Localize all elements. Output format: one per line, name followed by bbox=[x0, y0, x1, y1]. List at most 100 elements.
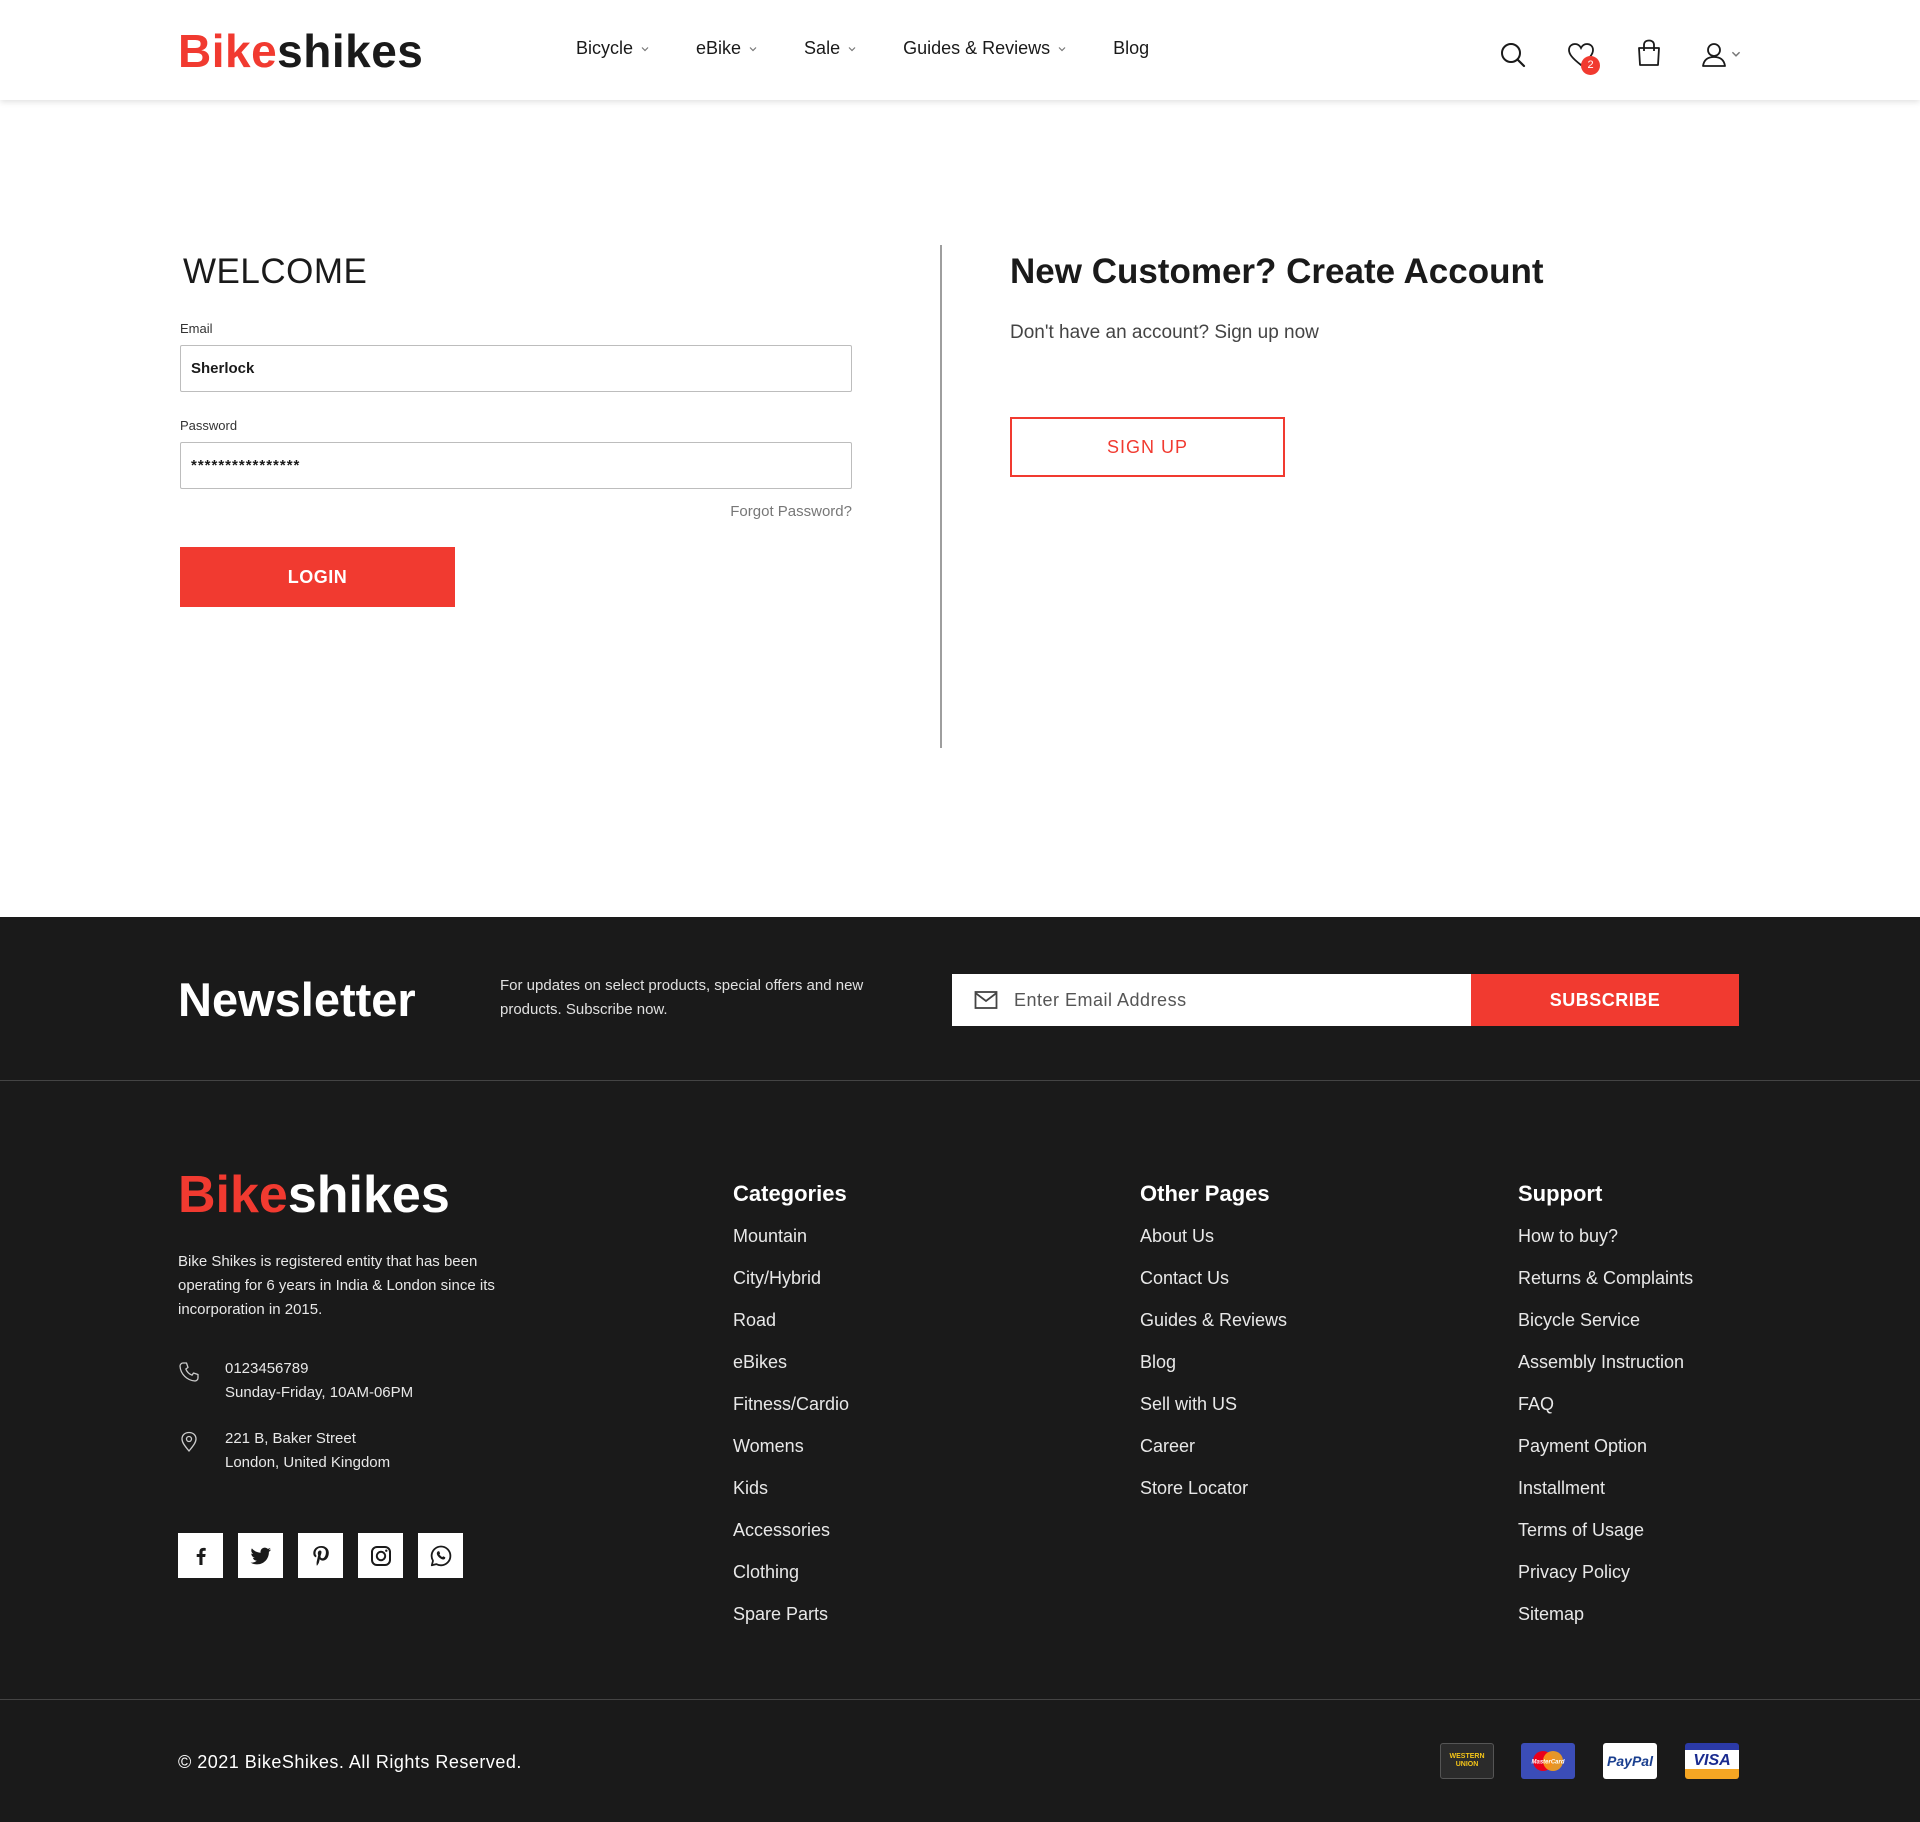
mastercard-label: MasterCard bbox=[1531, 1760, 1564, 1766]
phone-number[interactable]: 0123456789 bbox=[225, 1357, 413, 1381]
nav-guides-reviews-label: Guides & Reviews bbox=[903, 38, 1051, 58]
paypal-icon: PayPal bbox=[1603, 1743, 1657, 1779]
newsletter-title: Newsletter bbox=[178, 973, 416, 1026]
footer-link-ebikes[interactable]: eBikes bbox=[733, 1351, 849, 1393]
footer-link-accessories[interactable]: Accessories bbox=[733, 1519, 849, 1561]
mail-icon bbox=[974, 991, 998, 1009]
business-hours: Sunday-Friday, 10AM-06PM bbox=[225, 1384, 414, 1401]
visa-icon: VISA bbox=[1685, 1743, 1739, 1779]
contact-phone: 0123456789 Sunday-Friday, 10AM-06PM bbox=[178, 1357, 413, 1405]
nav-sale-label: Sale bbox=[804, 38, 841, 58]
create-account-title: New Customer? Create Account bbox=[1010, 252, 1544, 291]
footer-bottom-divider bbox=[0, 1699, 1920, 1700]
subscribe-button[interactable]: SUBSCRIBE bbox=[1471, 974, 1739, 1026]
footer-link-mountain[interactable]: Mountain bbox=[733, 1225, 849, 1267]
address-line-1: 221 B, Baker Street bbox=[225, 1430, 356, 1447]
email-label: Email bbox=[180, 321, 213, 336]
sign-up-button[interactable]: SIGN UP bbox=[1010, 417, 1285, 477]
phone-icon bbox=[179, 1362, 199, 1382]
footer-link-assembly-instruction[interactable]: Assembly Instruction bbox=[1518, 1351, 1693, 1393]
chevron-down-icon bbox=[1058, 46, 1066, 51]
footer-link-store-locator[interactable]: Store Locator bbox=[1140, 1477, 1287, 1519]
categories-title: Categories bbox=[733, 1181, 847, 1206]
footer-link-returns-complaints[interactable]: Returns & Complaints bbox=[1518, 1267, 1693, 1309]
social-links bbox=[178, 1533, 478, 1578]
footer-link-installment[interactable]: Installment bbox=[1518, 1477, 1693, 1519]
footer-link-kids[interactable]: Kids bbox=[733, 1477, 849, 1519]
paypal-label: PayPal bbox=[1607, 1753, 1653, 1769]
footer-logo[interactable]: Bikeshikes bbox=[178, 1167, 450, 1223]
visa-label: VISA bbox=[1693, 1752, 1731, 1769]
chevron-down-icon bbox=[848, 46, 856, 51]
twitter-icon[interactable] bbox=[238, 1533, 283, 1578]
nav-sale[interactable]: Sale bbox=[804, 38, 857, 59]
forgot-password-link[interactable]: Forgot Password? bbox=[730, 503, 852, 520]
main-nav: Bicycle eBike Sale Guides & Reviews Blog bbox=[576, 38, 1195, 59]
chevron-down-icon[interactable] bbox=[1730, 48, 1742, 60]
footer-link-spare-parts[interactable]: Spare Parts bbox=[733, 1603, 849, 1645]
login-button[interactable]: LOGIN bbox=[180, 547, 455, 607]
site-logo[interactable]: Bikeshikes bbox=[178, 26, 423, 76]
footer-link-contact-us[interactable]: Contact Us bbox=[1140, 1267, 1287, 1309]
footer-link-womens[interactable]: Womens bbox=[733, 1435, 849, 1477]
support-column: Support How to buy? Returns & Complaints… bbox=[1518, 1181, 1693, 1645]
footer-link-privacy-policy[interactable]: Privacy Policy bbox=[1518, 1561, 1693, 1603]
bag-icon[interactable] bbox=[1634, 38, 1664, 68]
chevron-down-icon bbox=[749, 46, 757, 51]
footer-link-about-us[interactable]: About Us bbox=[1140, 1225, 1287, 1267]
company-about-text: Bike Shikes is registered entity that ha… bbox=[178, 1253, 495, 1318]
user-icon[interactable] bbox=[1700, 40, 1730, 70]
newsletter-email-input[interactable] bbox=[1014, 974, 1464, 1026]
nav-ebike[interactable]: eBike bbox=[696, 38, 758, 59]
footer-link-sitemap[interactable]: Sitemap bbox=[1518, 1603, 1693, 1645]
footer-logo-part-bike: Bike bbox=[178, 1166, 288, 1224]
footer-link-city-hybrid[interactable]: City/Hybrid bbox=[733, 1267, 849, 1309]
email-field[interactable] bbox=[180, 345, 852, 392]
footer-link-road[interactable]: Road bbox=[733, 1309, 849, 1351]
newsletter-form: SUBSCRIBE bbox=[952, 974, 1739, 1026]
search-icon[interactable] bbox=[1498, 40, 1528, 70]
contact-address: 221 B, Baker Street London, United Kingd… bbox=[178, 1427, 390, 1475]
western-union-icon: WESTERN UNION bbox=[1440, 1743, 1494, 1779]
location-pin-icon bbox=[181, 1431, 197, 1453]
footer-link-clothing[interactable]: Clothing bbox=[733, 1561, 849, 1603]
footer-divider bbox=[0, 1080, 1920, 1081]
nav-guides-reviews[interactable]: Guides & Reviews bbox=[903, 38, 1067, 59]
mastercard-icon: MasterCard bbox=[1521, 1743, 1575, 1779]
nav-ebike-label: eBike bbox=[696, 38, 742, 58]
facebook-icon[interactable] bbox=[178, 1533, 223, 1578]
footer-link-sell-with-us[interactable]: Sell with US bbox=[1140, 1393, 1287, 1435]
site-footer: Newsletter For updates on select product… bbox=[0, 917, 1920, 1822]
wishlist-count-badge: 2 bbox=[1581, 56, 1600, 75]
western-union-label: WESTERN UNION bbox=[1449, 1753, 1485, 1768]
welcome-title: WELCOME bbox=[183, 252, 368, 291]
footer-link-terms-of-usage[interactable]: Terms of Usage bbox=[1518, 1519, 1693, 1561]
footer-logo-part-shikes: shikes bbox=[287, 1166, 450, 1224]
nav-blog-label: Blog bbox=[1113, 38, 1150, 58]
copyright-text: © 2021 BikeShikes. All Rights Reserved. bbox=[178, 1752, 522, 1772]
chevron-down-icon bbox=[641, 46, 649, 51]
nav-bicycle-label: Bicycle bbox=[576, 38, 634, 58]
whatsapp-icon[interactable] bbox=[418, 1533, 463, 1578]
footer-link-blog[interactable]: Blog bbox=[1140, 1351, 1287, 1393]
newsletter-description: For updates on select products, special … bbox=[500, 977, 864, 1018]
footer-link-faq[interactable]: FAQ bbox=[1518, 1393, 1693, 1435]
logo-part-shikes: shikes bbox=[277, 25, 424, 77]
footer-link-how-to-buy[interactable]: How to buy? bbox=[1518, 1225, 1693, 1267]
instagram-icon[interactable] bbox=[358, 1533, 403, 1578]
footer-link-fitness-cardio[interactable]: Fitness/Cardio bbox=[733, 1393, 849, 1435]
categories-column: Categories Mountain City/Hybrid Road eBi… bbox=[733, 1181, 849, 1645]
address-line-2: London, United Kingdom bbox=[225, 1454, 391, 1471]
password-label: Password bbox=[180, 418, 238, 433]
password-field[interactable] bbox=[180, 442, 852, 489]
section-divider bbox=[940, 245, 942, 748]
footer-link-guides-reviews[interactable]: Guides & Reviews bbox=[1140, 1309, 1287, 1351]
other-pages-column: Other Pages About Us Contact Us Guides &… bbox=[1140, 1181, 1287, 1519]
footer-link-payment-option[interactable]: Payment Option bbox=[1518, 1435, 1693, 1477]
footer-link-career[interactable]: Career bbox=[1140, 1435, 1287, 1477]
create-account-subtitle: Don't have an account? Sign up now bbox=[1010, 322, 1319, 343]
nav-blog[interactable]: Blog bbox=[1113, 38, 1149, 59]
pinterest-icon[interactable] bbox=[298, 1533, 343, 1578]
footer-link-bicycle-service[interactable]: Bicycle Service bbox=[1518, 1309, 1693, 1351]
nav-bicycle[interactable]: Bicycle bbox=[576, 38, 650, 59]
